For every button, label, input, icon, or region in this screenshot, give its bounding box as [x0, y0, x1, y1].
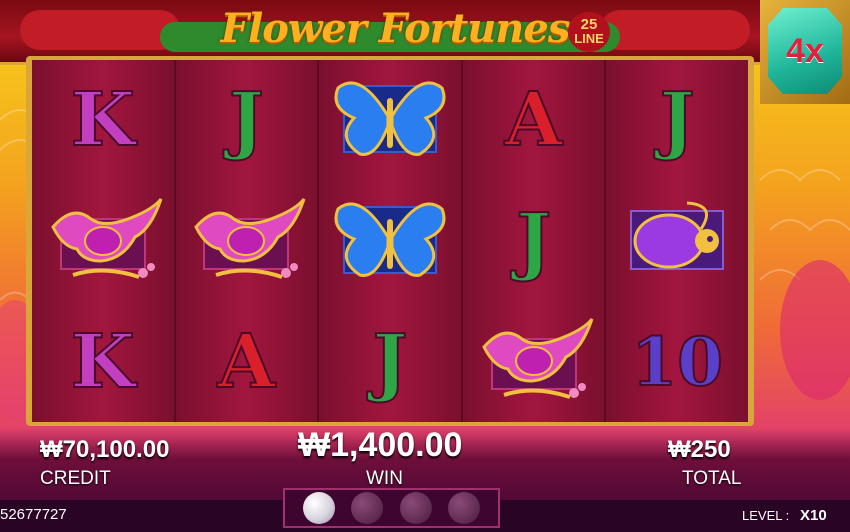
symbol-10: 10 — [630, 322, 724, 401]
level-label: LEVEL : — [742, 508, 790, 523]
pearl-indicator — [303, 492, 336, 524]
reel-5-row-2 — [606, 181, 748, 302]
reel-3-row-3: J — [319, 301, 461, 422]
symbol-k: K — [70, 77, 136, 164]
reel-grid: K K J A J A J J 10 — [32, 60, 748, 422]
account-id: 52677727 — [0, 506, 67, 523]
pearl-indicator — [447, 492, 480, 524]
total-bet-value[interactable]: ₩250 — [668, 436, 731, 464]
win-label: WIN — [366, 468, 403, 489]
reel-2: JA — [175, 60, 320, 422]
reel-1-row-2 — [32, 181, 174, 302]
reel-4-row-2: J — [463, 181, 605, 302]
reel-3: J — [319, 60, 463, 422]
butterfly-symbol-icon — [330, 189, 450, 294]
symbol-j: J — [371, 318, 408, 405]
multiplier-gem: 4x — [768, 8, 842, 94]
scarab-symbol-icon — [617, 189, 737, 294]
phoenix-symbol-icon — [186, 189, 306, 294]
reel-2-row-1: J — [176, 60, 318, 181]
reel-3-row-1 — [319, 60, 461, 181]
symbol-j: J — [515, 198, 552, 284]
level-value: X10 — [800, 507, 827, 524]
symbol-k: K — [70, 318, 136, 405]
reel-1-row-1: K — [32, 60, 174, 181]
win-value: ₩1,400.00 — [298, 426, 463, 464]
paylines-label: LINE — [574, 31, 604, 46]
credit-value: ₩70,100.00 — [40, 436, 170, 463]
pearl-progress — [283, 488, 500, 528]
reel-1-row-3: K — [32, 301, 174, 422]
reel-1: KK — [32, 60, 176, 422]
reel-3-row-2 — [319, 181, 461, 302]
reel-5-row-3: 10 — [606, 301, 748, 422]
reel-4: AJ — [462, 60, 607, 422]
symbol-j: J — [228, 77, 265, 164]
total-bet-label: TOTAL — [682, 468, 742, 489]
reel-5: J 10 — [606, 60, 748, 422]
reel-5-row-1: J — [606, 60, 748, 181]
symbol-j: J — [659, 77, 696, 164]
pearl-indicator — [351, 492, 384, 524]
reel-2-row-3: A — [176, 301, 318, 422]
reel-2-row-2 — [176, 181, 318, 302]
symbol-a: A — [504, 77, 563, 164]
reel-4-row-3 — [463, 301, 605, 422]
symbol-a: A — [217, 318, 276, 405]
multiplier-panel: 4x — [760, 0, 850, 104]
paylines-count: 25 — [580, 16, 598, 33]
butterfly-symbol-icon — [330, 68, 450, 173]
pearl-indicator — [399, 492, 432, 524]
reel-4-row-1: A — [463, 60, 605, 181]
game-title: Flower Fortunes — [220, 4, 571, 52]
credit-label: CREDIT — [40, 468, 111, 489]
phoenix-symbol-icon — [474, 309, 594, 414]
paylines-badge: 25 LINE — [568, 12, 610, 52]
phoenix-symbol-icon — [43, 189, 163, 294]
